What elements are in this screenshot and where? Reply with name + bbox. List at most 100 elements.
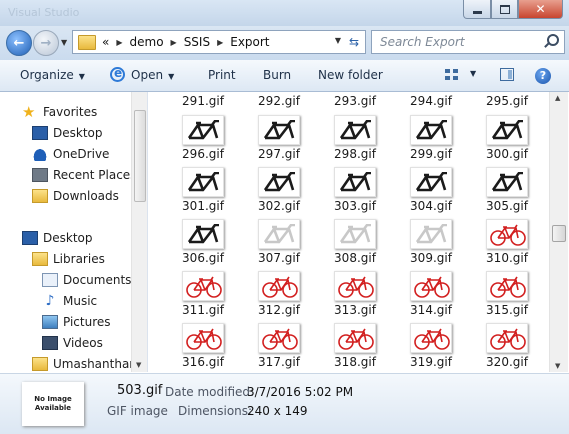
folder-icon bbox=[78, 34, 96, 50]
file-item[interactable]: 308.gif bbox=[325, 219, 385, 267]
nav-item-label: OneDrive bbox=[53, 146, 110, 161]
title-bar: Visual Studio ✕ bbox=[0, 0, 569, 26]
nav-item-music[interactable]: ♪ Music bbox=[42, 291, 98, 310]
cloud-icon bbox=[32, 146, 48, 161]
chevron-right-icon[interactable]: ▶ bbox=[171, 38, 177, 47]
search-placeholder: Search Export bbox=[380, 35, 465, 49]
address-dropdown-icon[interactable]: ▼ bbox=[335, 36, 341, 45]
file-name: 294.gif bbox=[410, 94, 452, 108]
minimize-button[interactable] bbox=[463, 0, 491, 19]
file-thumbnail bbox=[410, 271, 452, 301]
view-options-dropdown[interactable]: ▼ bbox=[470, 69, 476, 78]
file-item[interactable]: 313.gif bbox=[325, 271, 385, 319]
search-input[interactable]: Search Export bbox=[371, 30, 565, 54]
nav-libraries[interactable]: Libraries bbox=[32, 249, 105, 268]
file-item[interactable]: 315.gif bbox=[477, 271, 537, 319]
file-item[interactable]: 316.gif bbox=[173, 323, 233, 371]
file-item[interactable]: 309.gif bbox=[401, 219, 461, 267]
content-scrollbar[interactable]: ▲ ▼ bbox=[549, 92, 568, 372]
open-button[interactable]: Open ▼ bbox=[131, 68, 174, 82]
scroll-down-icon[interactable]: ▼ bbox=[555, 362, 560, 370]
nav-item-downloads[interactable]: Downloads bbox=[32, 186, 119, 205]
scroll-down-icon[interactable]: ▼ bbox=[136, 361, 141, 369]
music-icon: ♪ bbox=[45, 292, 55, 309]
chevron-down-icon: ▼ bbox=[78, 72, 85, 81]
back-arrow-icon: ← bbox=[13, 35, 25, 51]
forward-button[interactable]: → bbox=[33, 30, 59, 56]
nav-desktop-label: Desktop bbox=[43, 230, 93, 245]
file-name: 293.gif bbox=[334, 94, 376, 108]
file-thumbnail bbox=[182, 167, 224, 197]
file-item[interactable]: 307.gif bbox=[249, 219, 309, 267]
file-item[interactable]: 312.gif bbox=[249, 271, 309, 319]
breadcrumb-demo[interactable]: demo bbox=[130, 35, 164, 49]
file-item[interactable]: 300.gif bbox=[477, 115, 537, 163]
open-label: Open bbox=[131, 68, 164, 82]
file-name: 316.gif bbox=[182, 355, 224, 369]
file-item[interactable]: 305.gif bbox=[477, 167, 537, 215]
nav-item-user[interactable]: Umashanthan bbox=[32, 354, 137, 372]
maximize-button[interactable] bbox=[491, 0, 518, 19]
file-item[interactable]: 299.gif bbox=[401, 115, 461, 163]
chevron-right-icon[interactable]: ▶ bbox=[217, 38, 223, 47]
file-item[interactable]: 317.gif bbox=[249, 323, 309, 371]
bicycle-frame-icon bbox=[339, 172, 371, 192]
nav-favorites[interactable]: ★ Favorites bbox=[22, 102, 97, 121]
file-item[interactable]: 318.gif bbox=[325, 323, 385, 371]
close-button[interactable]: ✕ bbox=[518, 0, 563, 19]
nav-item-pictures[interactable]: Pictures bbox=[42, 312, 111, 331]
file-item[interactable]: 311.gif bbox=[173, 271, 233, 319]
back-button[interactable]: ← bbox=[6, 30, 32, 56]
nav-scrollbar[interactable]: ▼ bbox=[131, 92, 147, 372]
nav-item-desktop[interactable]: Desktop bbox=[32, 123, 103, 142]
file-thumbnail bbox=[258, 219, 300, 249]
new-folder-button[interactable]: New folder bbox=[318, 68, 383, 82]
nav-item-label: Documents bbox=[63, 272, 132, 287]
bicycle-icon bbox=[490, 276, 526, 298]
address-bar[interactable]: « ▶ demo ▶ SSIS ▶ Export ▼ ⇆ bbox=[72, 30, 366, 54]
organize-button[interactable]: Organize ▼ bbox=[20, 68, 85, 82]
close-icon: ✕ bbox=[535, 2, 546, 16]
help-button[interactable]: ? bbox=[535, 68, 551, 84]
nav-item-recent-places[interactable]: Recent Places bbox=[32, 165, 136, 184]
change-view-button[interactable] bbox=[445, 69, 459, 81]
file-item[interactable]: 314.gif bbox=[401, 271, 461, 319]
file-item[interactable]: 306.gif bbox=[173, 219, 233, 267]
file-item[interactable]: 319.gif bbox=[401, 323, 461, 371]
file-name: 299.gif bbox=[410, 147, 452, 161]
file-thumbnail bbox=[182, 219, 224, 249]
file-item[interactable]: 297.gif bbox=[249, 115, 309, 163]
file-name: 303.gif bbox=[334, 199, 376, 213]
file-thumbnail bbox=[258, 167, 300, 197]
nav-item-videos[interactable]: Videos bbox=[42, 333, 103, 352]
breadcrumb-overflow[interactable]: « bbox=[102, 35, 109, 49]
refresh-button[interactable]: ⇆ bbox=[345, 33, 363, 50]
burn-button[interactable]: Burn bbox=[263, 68, 291, 82]
nav-item-onedrive[interactable]: OneDrive bbox=[32, 144, 109, 163]
recent-pages-dropdown[interactable]: ▼ bbox=[61, 38, 67, 47]
nav-item-label: Music bbox=[63, 293, 98, 308]
file-item[interactable]: 301.gif bbox=[173, 167, 233, 215]
preview-pane-button[interactable] bbox=[500, 68, 514, 81]
file-item[interactable]: 320.gif bbox=[477, 323, 537, 371]
chevron-right-icon[interactable]: ▶ bbox=[116, 38, 122, 47]
breadcrumb-ssis[interactable]: SSIS bbox=[184, 35, 210, 49]
file-item[interactable]: 298.gif bbox=[325, 115, 385, 163]
file-item[interactable]: 296.gif bbox=[173, 115, 233, 163]
nav-desktop-root[interactable]: Desktop bbox=[22, 228, 93, 247]
file-item[interactable]: 304.gif bbox=[401, 167, 461, 215]
organize-label: Organize bbox=[20, 68, 74, 82]
breadcrumb-export[interactable]: Export bbox=[230, 35, 269, 49]
print-button[interactable]: Print bbox=[208, 68, 236, 82]
file-thumbnail bbox=[486, 115, 528, 145]
file-item[interactable]: 303.gif bbox=[325, 167, 385, 215]
file-name: 318.gif bbox=[334, 355, 376, 369]
desktop-icon bbox=[32, 125, 48, 140]
star-icon: ★ bbox=[22, 102, 36, 121]
file-item[interactable]: 302.gif bbox=[249, 167, 309, 215]
nav-scrollbar-thumb[interactable] bbox=[134, 110, 146, 202]
scroll-up-icon[interactable]: ▲ bbox=[555, 94, 560, 102]
nav-item-documents[interactable]: Documents bbox=[42, 270, 131, 289]
file-item[interactable]: 310.gif bbox=[477, 219, 537, 267]
content-scrollbar-thumb[interactable] bbox=[552, 225, 566, 242]
